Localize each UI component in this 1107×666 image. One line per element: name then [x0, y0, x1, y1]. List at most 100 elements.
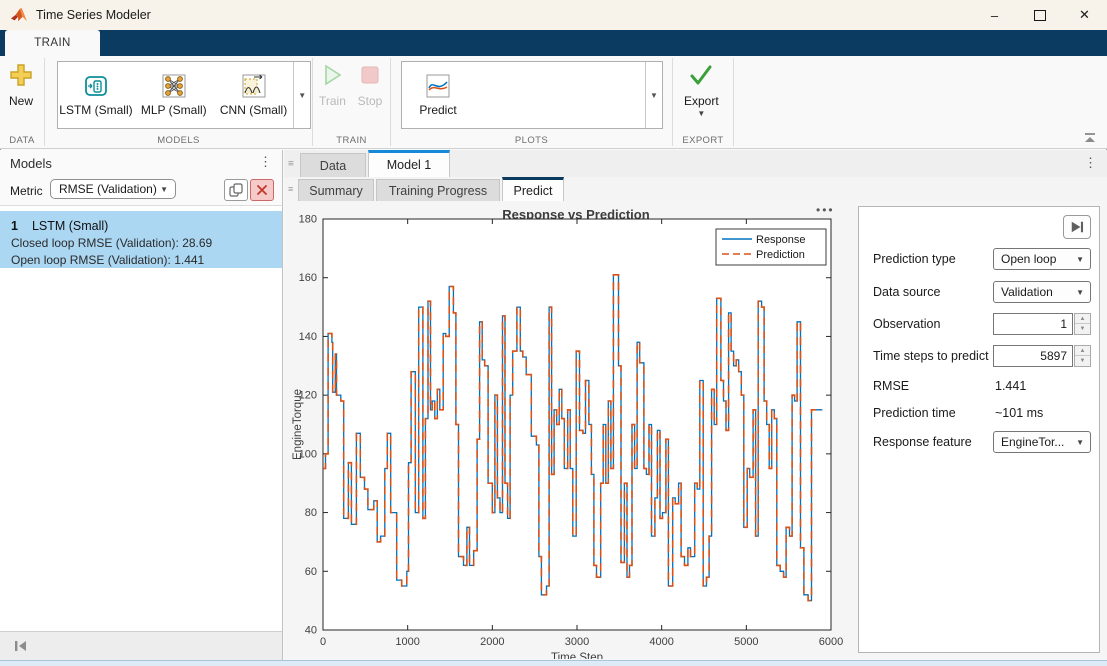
x-tick-label: 2000 — [480, 636, 504, 648]
prediction-type-label: Prediction type — [873, 252, 956, 266]
predict-plot-button[interactable]: Predict — [402, 62, 474, 128]
spinner-down-icon[interactable]: ▼ — [1075, 323, 1090, 334]
lstm-label: LSTM (Small) — [59, 103, 132, 117]
ribbon-section-data: New DATA — [0, 56, 44, 148]
settings-row-time-steps: Time steps to predict 5897 ▲ ▼ — [859, 345, 1099, 369]
x-tick-label: 5000 — [734, 636, 758, 648]
spinner-arrows: ▲ ▼ — [1074, 313, 1091, 335]
maximize-icon — [1034, 10, 1046, 21]
cnn-label: CNN (Small) — [220, 103, 287, 117]
window-bottom-edge — [0, 660, 1107, 666]
observation-value[interactable]: 1 — [993, 313, 1073, 335]
app-window: Time Series Modeler – ✕ TRAIN New DATA — [0, 0, 1107, 666]
spinner-down-icon[interactable]: ▼ — [1075, 355, 1090, 366]
prediction-time-value: ~101 ms — [995, 406, 1043, 420]
train-label: Train — [319, 94, 346, 108]
x-tick-label: 6000 — [819, 636, 843, 648]
models-panel-header: Models ⋮ — [0, 150, 282, 177]
tab-predict[interactable]: Predict — [502, 177, 564, 201]
model-mlp-small-button[interactable]: MLP (Small) — [134, 62, 214, 128]
stop-button[interactable]: Stop — [357, 62, 383, 108]
x-tick-label: 3000 — [565, 636, 589, 648]
models-panel-footer — [0, 631, 282, 660]
export-label: Export — [684, 94, 719, 108]
chevron-down-icon: ▼ — [1076, 438, 1084, 447]
metric-dropdown-value: RMSE (Validation) — [59, 182, 157, 196]
models-gallery: LSTM (Small) MLP (Small) — [57, 61, 311, 129]
x-axis-label: Time Step — [551, 652, 603, 659]
title-bar: Time Series Modeler – ✕ — [0, 0, 1107, 30]
response-vs-prediction-chart[interactable]: 0100020003000400050006000406080100120140… — [292, 215, 860, 659]
collapse-panel-icon[interactable] — [12, 637, 30, 655]
model-closed-loop-rmse: Closed loop RMSE (Validation): 28.69 — [11, 235, 271, 252]
rmse-label: RMSE — [873, 379, 909, 393]
duplicate-icon — [228, 182, 244, 198]
plots-section-label: PLOTS — [391, 135, 672, 146]
y-tick-label: 40 — [305, 625, 317, 637]
time-steps-spinner[interactable]: 5897 ▲ ▼ — [993, 345, 1091, 367]
delete-model-button[interactable] — [250, 179, 274, 201]
duplicate-model-button[interactable] — [224, 179, 248, 201]
train-button[interactable]: Train — [319, 62, 346, 108]
ribbon-section-train: Train Stop TRAIN — [313, 56, 390, 148]
prediction-settings-panel: Prediction type Open loop ▼ Data source … — [858, 206, 1100, 653]
plots-gallery-dropdown-button[interactable]: ▼ — [645, 62, 662, 128]
matlab-logo-icon — [10, 7, 28, 23]
document-tabs-menu-icon[interactable]: ⋮ — [1084, 155, 1097, 171]
close-button[interactable]: ✕ — [1062, 0, 1107, 30]
sub-tab-row: ≡ Summary Training Progress Predict — [284, 177, 1107, 202]
prediction-type-dropdown[interactable]: Open loop ▼ — [993, 248, 1091, 270]
observation-spinner[interactable]: 1 ▲ ▼ — [993, 313, 1091, 335]
predict-to-end-button[interactable] — [1063, 215, 1091, 239]
models-panel: Models ⋮ Metric RMSE (Validation) ▼ — [0, 150, 283, 660]
ribbon-tab-train[interactable]: TRAIN — [5, 30, 100, 56]
ribbon-section-models: LSTM (Small) MLP (Small) — [45, 56, 312, 148]
response-feature-label: Response feature — [873, 435, 972, 449]
gripper-icon[interactable]: ≡ — [288, 184, 293, 194]
lstm-model-icon — [83, 73, 109, 99]
model-lstm-small-button[interactable]: LSTM (Small) — [58, 62, 134, 128]
tab-data[interactable]: Data — [300, 153, 366, 177]
metric-dropdown[interactable]: RMSE (Validation) ▼ — [50, 179, 176, 199]
y-tick-label: 80 — [305, 507, 317, 519]
export-section-label: EXPORT — [673, 135, 733, 146]
collapse-ribbon-button[interactable] — [1083, 132, 1097, 144]
time-steps-value[interactable]: 5897 — [993, 345, 1073, 367]
response-feature-dropdown[interactable]: EngineTor... ▼ — [993, 431, 1091, 453]
train-play-icon — [319, 62, 345, 88]
tab-training-progress[interactable]: Training Progress — [376, 179, 500, 201]
cnn-model-icon — [241, 73, 267, 99]
chevron-down-icon: ▼ — [1076, 255, 1084, 264]
train-section-label: TRAIN — [313, 135, 390, 146]
models-panel-toolbar: Metric RMSE (Validation) ▼ — [0, 176, 282, 206]
y-tick-label: 180 — [299, 215, 317, 226]
models-gallery-dropdown-button[interactable]: ▼ — [293, 62, 310, 128]
model-list-item-selected[interactable]: 1LSTM (Small) Closed loop RMSE (Validati… — [0, 211, 282, 268]
window-controls: – ✕ — [972, 0, 1107, 30]
export-button[interactable]: Export ▼ — [684, 62, 719, 118]
x-tick-label: 0 — [320, 636, 326, 648]
new-session-button[interactable]: New — [8, 62, 34, 108]
chevron-down-icon: ▼ — [160, 185, 168, 194]
data-source-dropdown[interactable]: Validation ▼ — [993, 281, 1091, 303]
time-steps-label: Time steps to predict — [873, 349, 989, 363]
gripper-icon[interactable]: ≡ — [288, 158, 294, 169]
y-axis-label: EngineTorque — [292, 389, 304, 460]
metric-label: Metric — [10, 184, 43, 198]
chevron-down-icon: ▼ — [697, 109, 705, 118]
predict-plot-icon — [425, 73, 451, 99]
new-plus-icon — [8, 62, 34, 88]
predict-label: Predict — [419, 103, 456, 117]
settings-row-response-feature: Response feature EngineTor... ▼ — [859, 431, 1099, 455]
data-section-label: DATA — [0, 135, 44, 146]
models-panel-menu-icon[interactable]: ⋮ — [259, 154, 272, 170]
ribbon-divider — [733, 58, 734, 146]
tab-model-1[interactable]: Model 1 — [368, 150, 450, 177]
maximize-button[interactable] — [1017, 0, 1062, 30]
window-title: Time Series Modeler — [36, 8, 151, 22]
tab-summary[interactable]: Summary — [298, 179, 374, 201]
data-source-value: Validation — [1001, 285, 1053, 299]
model-cnn-small-button[interactable]: CNN (Small) — [214, 62, 294, 128]
data-source-label: Data source — [873, 285, 940, 299]
minimize-button[interactable]: – — [972, 0, 1017, 30]
